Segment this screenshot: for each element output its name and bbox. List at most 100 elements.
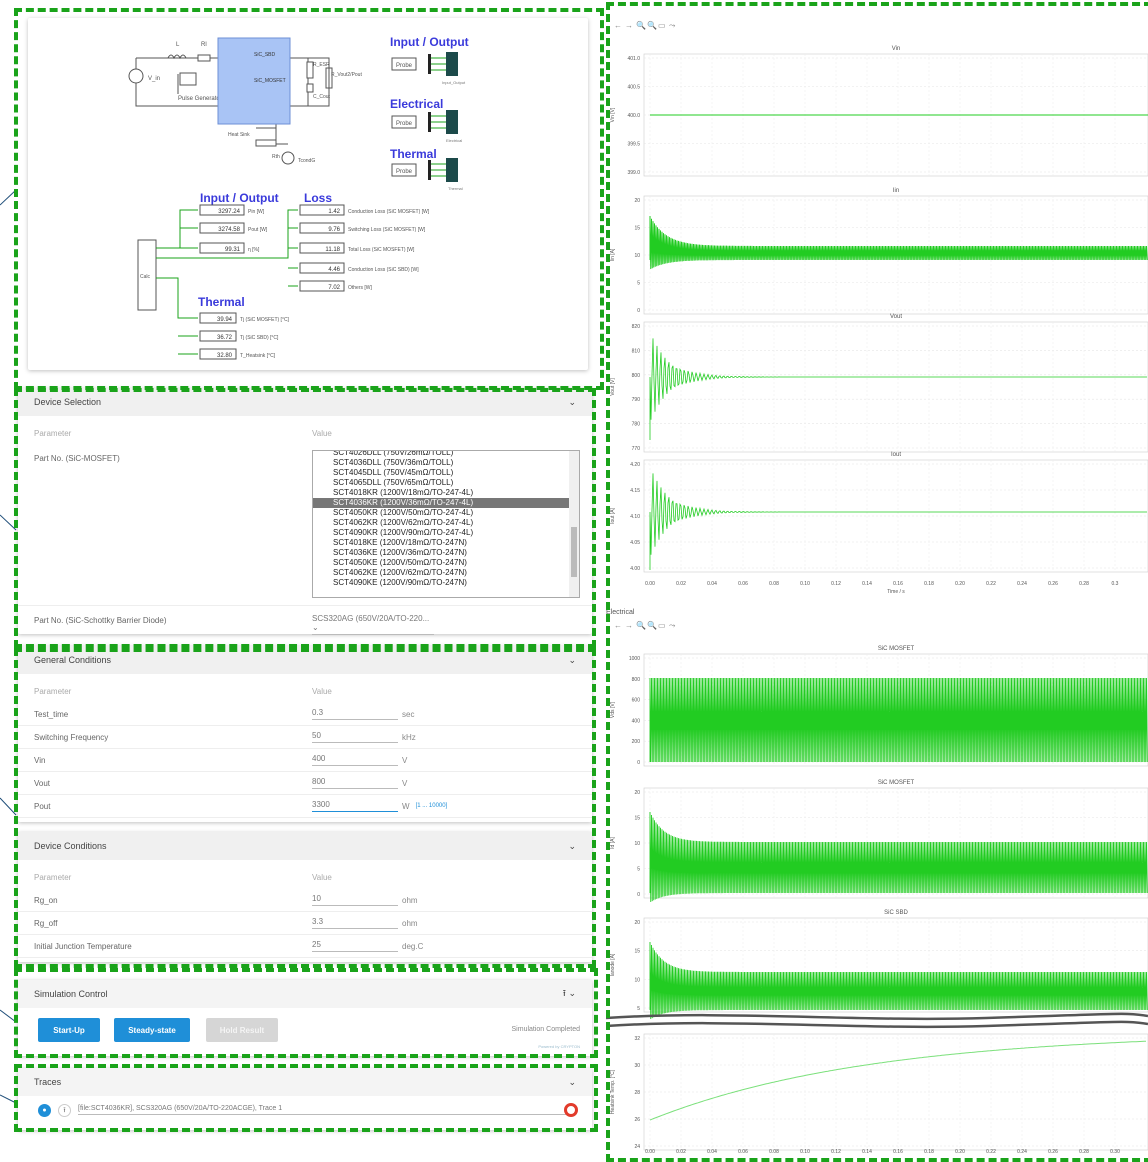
x-tick-label: 0.08 (769, 1149, 779, 1155)
listbox-scrollbar[interactable] (569, 451, 579, 597)
svg-text:Tj (SiC MOSFET) [°C]: Tj (SiC MOSFET) [°C] (240, 317, 290, 323)
condition-name: Test_time (34, 709, 69, 719)
chevron-down-icon[interactable]: ⌄ (568, 841, 576, 852)
toolbar-button[interactable]: ▭ (658, 21, 666, 30)
probe-thermal[interactable]: Probe Thermal (391, 158, 463, 191)
cond-sbd-readout: 4.46 Conduction Loss (SiC SBD) [W] (299, 262, 419, 274)
part-option[interactable]: SCT4026DLL (750V/26mΩ/TOLL) (313, 451, 579, 458)
eye-icon[interactable]: ● (38, 1104, 51, 1117)
traces-header[interactable]: Traces ⌄ (18, 1068, 592, 1096)
toolbar-button[interactable]: 🔍 (636, 20, 646, 30)
chevron-down-icon[interactable]: ⌄ (568, 1077, 576, 1088)
condition-value-input[interactable]: 25 (312, 940, 398, 952)
condition-value-input[interactable]: 3.3 (312, 917, 398, 929)
general-conditions-header[interactable]: General Conditions ⌄ (18, 646, 592, 674)
param-col-header: Parameter (34, 429, 72, 438)
part-option[interactable]: SCT4036DLL (750V/36mΩ/TOLL) (313, 458, 579, 468)
y-tick-label: 800 (632, 373, 641, 379)
condition-value-input[interactable]: 3300 (312, 800, 398, 812)
toolbar-button[interactable]: 🔍 (636, 620, 646, 630)
condition-value-input[interactable]: 400 (312, 754, 398, 766)
plot-toolbar-top: ← → 🔍 🔍 ▭ ⤳ (614, 20, 676, 30)
device-selection-header[interactable]: Device Selection ⌄ (18, 388, 592, 416)
part-option[interactable]: SCT4062KE (1200V/62mΩ/TO-247N) (313, 568, 579, 578)
toolbar-button[interactable]: ▭ (658, 621, 666, 630)
device-conditions-panel: Device Conditions ⌄ Parameter Value Rg_on 1… (18, 832, 592, 962)
toolbar-button[interactable]: → (625, 21, 633, 30)
chevron-down-icon[interactable]: ⌄ (568, 397, 576, 408)
eta-readout: 99.31 η [%] (199, 242, 260, 254)
part-option[interactable]: SCT4090KR (1200V/90mΩ/TO-247-4L) (313, 528, 579, 538)
condition-name: Vout (34, 778, 51, 788)
part-option[interactable]: SCT4050KR (1200V/50mΩ/TO-247-4L) (313, 508, 579, 518)
sbd-part-select[interactable]: SCS320AG (650V/20A/TO-220... ⌄ (312, 614, 434, 635)
svg-text:7.02: 7.02 (328, 285, 340, 291)
range-hint: [1 ... 10000] (415, 803, 448, 809)
hold-result-button[interactable]: Hold Result (206, 1018, 278, 1042)
svg-text:Pout [W]: Pout [W] (248, 227, 268, 233)
chevron-down-icon[interactable]: ⌄ (568, 655, 576, 666)
toolbar-button[interactable]: → (625, 621, 633, 630)
sbd-label: SiC_SBD (254, 52, 276, 58)
toolbar-button[interactable]: 🔍 (647, 620, 657, 630)
toolbar-button[interactable]: ← (614, 621, 622, 630)
condition-value-input[interactable]: 0.3 (312, 708, 398, 720)
svg-text:Probe: Probe (396, 169, 413, 175)
svg-text:9.76: 9.76 (328, 227, 340, 233)
y-axis-label: Vds [V] (610, 701, 616, 718)
svg-text:Switching Loss (SiC MOSFET) [W: Switching Loss (SiC MOSFET) [W] (348, 227, 426, 233)
plot-toolbar-electrical: ← → 🔍 🔍 ▭ ⤳ (614, 620, 676, 630)
part-option[interactable]: SCT4050KE (1200V/50mΩ/TO-247N) (313, 558, 579, 568)
delete-trace-icon[interactable] (564, 1103, 578, 1117)
toolbar-button[interactable]: ⤳ (669, 21, 676, 30)
io-title: Input / Output (390, 35, 469, 49)
y-tick-label: 20 (634, 198, 640, 204)
probe-electrical[interactable]: Probe Electrical (391, 110, 462, 143)
part-option[interactable]: SCT4065DLL (750V/65mΩ/TOLL) (313, 478, 579, 488)
svg-text:Tj (SiC SBD) [°C]: Tj (SiC SBD) [°C] (240, 335, 279, 341)
toolbar-button[interactable]: 🔍 (647, 20, 657, 30)
part-option[interactable]: SCT4036KR (1200V/36mΩ/TO-247-4L) (313, 498, 579, 508)
value-col-header: Value (312, 687, 332, 696)
x-tick-label: 0.16 (893, 1149, 903, 1155)
plot-title: Vout (890, 314, 902, 320)
x-tick-label: 0.26 (1048, 581, 1058, 587)
part-option[interactable]: SCT4090KE (1200V/90mΩ/TO-247N) (313, 578, 579, 588)
condition-row: Switching Frequency 50 kHz (18, 726, 592, 749)
loss-title: Loss (304, 191, 332, 205)
part-option[interactable]: SCT4018KR (1200V/18mΩ/TO-247-4L) (313, 488, 579, 498)
rth-label: Rth (272, 154, 280, 160)
svg-text:Pin [W]: Pin [W] (248, 209, 265, 215)
part-option[interactable]: SCT4045DLL (750V/45mΩ/TOLL) (313, 468, 579, 478)
toolbar-button[interactable]: ← (614, 21, 622, 30)
axis-break (605, 1020, 1148, 1029)
part-option[interactable]: SCT4036KE (1200V/36mΩ/TO-247N) (313, 548, 579, 558)
device-conditions-header[interactable]: Device Conditions ⌄ (18, 832, 592, 860)
plots-svg: ← → 🔍 🔍 ▭ ⤳Vin401.0400.5400.0399.5399.0Vin [V… (605, 20, 1148, 1162)
condition-name: Pout (34, 801, 51, 811)
condition-value-input[interactable]: 800 (312, 777, 398, 789)
svg-text:η [%]: η [%] (248, 247, 260, 253)
y-tick-label: 26 (634, 1117, 640, 1123)
x-tick-label: 0.18 (924, 1149, 934, 1155)
part-option[interactable]: SCT4062KR (1200V/62mΩ/TO-247-4L) (313, 518, 579, 528)
mosfet-part-listbox[interactable]: SCT4026DLL (750V/26mΩ/TOLL) SCT4036DLL (7… (312, 450, 580, 598)
x-tick-label: 0.26 (1048, 1149, 1058, 1155)
condition-value-input[interactable]: 10 (312, 894, 398, 906)
upload-icon[interactable]: ⭱ (58, 1104, 71, 1117)
steady-state-button[interactable]: Steady-state (114, 1018, 190, 1042)
y-axis-label: Vout [V] (610, 378, 616, 396)
condition-value-input[interactable]: 50 (312, 731, 398, 743)
others-readout: 7.02 Others [W] (299, 280, 373, 292)
plot-title: SiC MOSFET (878, 646, 915, 652)
device-selection-title: Device Selection (34, 397, 102, 407)
part-option[interactable]: SCT4018KE (1200V/18mΩ/TO-247N) (313, 538, 579, 548)
upload-chevron-icons[interactable]: ⭱ ⌄ (563, 986, 576, 1002)
y-tick-label: 800 (632, 677, 641, 683)
svg-text:Thermal: Thermal (448, 186, 463, 191)
toolbar-button[interactable]: ⤳ (669, 621, 676, 630)
trace-item-1[interactable]: [file:SCT4036KR], SCS320AG (650V/20A/TO-… (78, 1105, 574, 1115)
start-up-button[interactable]: Start-Up (38, 1018, 100, 1042)
simulation-control-header[interactable]: Simulation Control ⭱ ⌄ (18, 980, 592, 1008)
probe-io[interactable]: Probe Input_Output (391, 52, 466, 85)
